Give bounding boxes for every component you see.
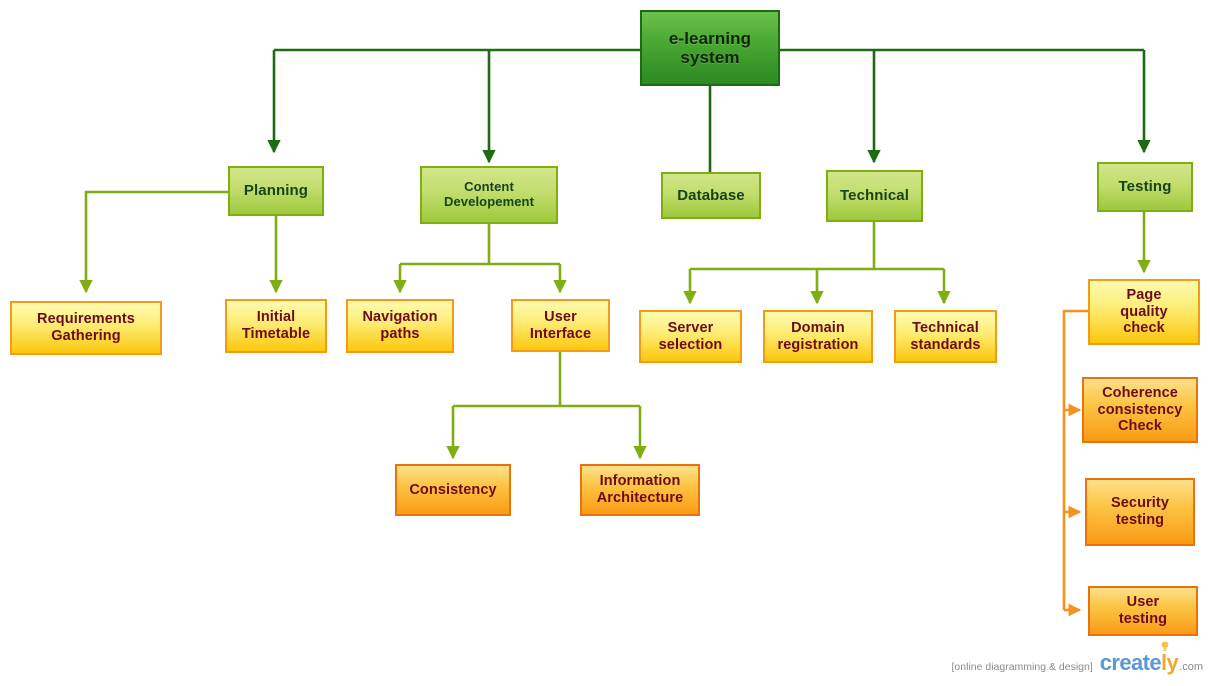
connector-planning-requirements xyxy=(79,190,228,294)
node-information-architecture[interactable]: Information Architecture xyxy=(580,464,700,516)
connector-technical-children xyxy=(683,222,951,305)
creately-logo-part2: ly xyxy=(1161,650,1179,675)
node-user-testing[interactable]: User testing xyxy=(1088,586,1198,636)
watermark-dotcom: .com xyxy=(1179,661,1203,673)
node-requirements-gathering[interactable]: Requirements Gathering xyxy=(10,301,162,355)
node-page-quality-check[interactable]: Page quality check xyxy=(1088,279,1200,345)
connector-user-interface-children xyxy=(446,352,647,460)
node-content-development[interactable]: Content Developement xyxy=(420,166,558,224)
node-technical-standards[interactable]: Technical standards xyxy=(894,310,997,363)
node-server-selection[interactable]: Server selection xyxy=(639,310,742,363)
node-technical[interactable]: Technical xyxy=(826,170,923,222)
connector-page-quality-children xyxy=(1062,309,1088,617)
node-database[interactable]: Database xyxy=(661,172,761,219)
diagram-canvas: e-learning system Planning Content Devel… xyxy=(0,0,1211,686)
connector-content-children xyxy=(393,224,567,294)
node-domain-registration[interactable]: Domain registration xyxy=(763,310,873,363)
node-coherence-consistency-check[interactable]: Coherence consistency Check xyxy=(1082,377,1198,443)
node-consistency[interactable]: Consistency xyxy=(395,464,511,516)
node-e-learning-system[interactable]: e-learning system xyxy=(640,10,780,86)
node-planning[interactable]: Planning xyxy=(228,166,324,216)
creately-logo-part1: create xyxy=(1099,650,1162,675)
creately-logo: creately xyxy=(1099,641,1179,676)
watermark-tagline: [online diagramming & design] xyxy=(951,661,1093,673)
node-initial-timetable[interactable]: Initial Timetable xyxy=(225,299,327,353)
node-security-testing[interactable]: Security testing xyxy=(1085,478,1195,546)
lightbulb-icon xyxy=(1161,641,1169,651)
node-testing[interactable]: Testing xyxy=(1097,162,1193,212)
connector-page-quality-spine xyxy=(1062,309,1088,610)
creately-watermark: [online diagramming & design] creately .… xyxy=(951,641,1203,676)
node-user-interface[interactable]: User Interface xyxy=(511,299,610,352)
node-navigation-paths[interactable]: Navigation paths xyxy=(346,299,454,353)
